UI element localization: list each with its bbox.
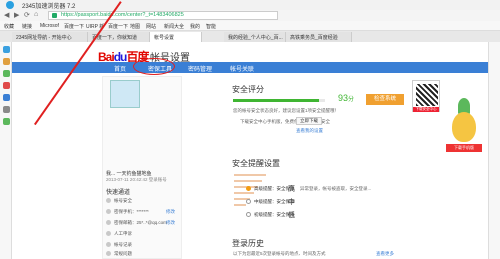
qr-image: [416, 84, 438, 106]
sidebar-app-icon[interactable]: [3, 106, 10, 113]
question-icon: [106, 251, 111, 256]
alert-pyramid-bar: [234, 204, 246, 206]
qr-code: 下载安全中心: [412, 80, 440, 112]
quick-item[interactable]: 密保手机：*******: [114, 209, 149, 215]
alert-pyramid-bar: [234, 192, 254, 194]
person-icon: [106, 231, 111, 236]
bookmark-item[interactable]: 收藏: [4, 23, 14, 30]
view-settings-link[interactable]: 查看我的设置: [296, 128, 323, 134]
address-bar: ◀ ▶ ⟳ ⌂ https://passport.baidu.com/cente…: [0, 10, 500, 21]
phone-icon: [106, 209, 111, 214]
lock-icon: [52, 13, 57, 18]
alert-level-high-radio[interactable]: [246, 186, 251, 191]
quick-item[interactable]: 密保邮箱：25*..*@qq.com: [114, 220, 167, 226]
alerts-title: 安全提醒设置: [232, 159, 280, 168]
home-icon[interactable]: ⌂: [34, 11, 38, 18]
sidebar-app-icon[interactable]: [3, 58, 10, 65]
alert-pyramid-bar: [234, 180, 262, 182]
alert-level-big: 低: [288, 212, 295, 219]
bookmark-item[interactable]: 网站: [146, 23, 156, 30]
avatar[interactable]: [110, 80, 140, 108]
security-hint: 您的帐号安全状态良好，建议您设置1项安全提醒哦！: [233, 108, 340, 113]
nav-password[interactable]: 密码管理: [188, 64, 212, 73]
bookmark-item[interactable]: Microsof: [40, 23, 59, 29]
shield-icon: [106, 198, 111, 203]
edit-phone-link[interactable]: 修改: [166, 209, 175, 215]
tab-strip: 2345网址导航 - 开始中心 百度一下，你就知道 帐号设置 我的经验_个人中心…: [0, 31, 500, 42]
mascot-image: 下载手机版: [446, 92, 482, 162]
alert-pyramid-bar: [234, 174, 266, 176]
bookmark-item[interactable]: 智能: [206, 23, 216, 30]
forward-icon[interactable]: ▶: [14, 11, 19, 19]
window-title: 2345加速浏览器 7.2: [22, 4, 76, 10]
url-input[interactable]: https://passport.baidu.com/center?_t=148…: [48, 11, 278, 20]
sidebar-app-icon[interactable]: [3, 70, 10, 77]
nav-home[interactable]: 首页: [114, 64, 126, 73]
nav-account-link[interactable]: 帐号关联: [230, 64, 254, 73]
sidebar-app-icon[interactable]: [3, 118, 10, 125]
mail-icon: [106, 220, 111, 225]
quick-item[interactable]: 帐号记录: [114, 242, 132, 248]
history-more-link[interactable]: 查看更多: [376, 251, 394, 257]
bookmark-item[interactable]: 新闻大全: [164, 23, 184, 30]
check-system-button[interactable]: 检查系统: [366, 94, 404, 105]
refresh-icon[interactable]: ⟳: [24, 11, 30, 19]
browser-sidebar: [0, 42, 12, 259]
quick-title: 快速通道: [106, 190, 131, 196]
joined-date: 2013-07-11 20:42:42 登录账号: [106, 177, 167, 182]
score-value: 93分: [338, 93, 355, 103]
record-icon: [106, 242, 111, 247]
quick-item[interactable]: 帐号安全: [114, 198, 132, 204]
sidebar-app-icon[interactable]: [3, 94, 10, 101]
quick-item[interactable]: 常规问题: [114, 251, 132, 257]
bookmark-item[interactable]: 百度一下: [64, 23, 84, 30]
bookmark-item[interactable]: 百度一下: [108, 23, 128, 30]
history-hint: 以下为您最近5次登录帐号的地点、时间及方式: [233, 251, 326, 256]
quick-item[interactable]: 人工申诉: [114, 231, 132, 237]
bookmark-item[interactable]: 我的: [190, 23, 200, 30]
bookmark-item[interactable]: 地图: [130, 23, 140, 30]
alert-level-desc: 异常登录，帐号被盗取，安全登录...: [300, 186, 372, 191]
bookmark-item[interactable]: 链接: [22, 23, 32, 30]
browser-logo-icon: [6, 1, 14, 9]
url-text: https://passport.baidu.com/center?_t=148…: [61, 12, 184, 18]
browser-tab[interactable]: 我的经验_个人中心_百...: [224, 32, 286, 42]
bookmarks-bar: 收藏 链接 Microsof 百度一下 UIRP 新 百度一下 地图 网站 新闻…: [0, 21, 500, 31]
score-bar: [233, 99, 325, 102]
username: 我... 一天钓鱼猫地鱼: [106, 171, 152, 177]
main-nav: 首页 密保工具 密码管理 帐号关联: [12, 62, 488, 73]
history-title: 登录历史: [232, 239, 264, 248]
alert-level-low-radio[interactable]: [246, 212, 251, 217]
annotation-circle: [133, 58, 175, 75]
sidebar-app-icon[interactable]: [3, 46, 10, 53]
download-button[interactable]: 立即下载: [296, 117, 322, 125]
security-title: 安全评分: [232, 85, 264, 94]
browser-right-rail: [488, 42, 500, 259]
browser-tab[interactable]: 2345网址导航 - 开始中心: [12, 32, 88, 42]
mascot-body: [452, 112, 476, 142]
qr-label: 下载安全中心: [413, 107, 439, 112]
browser-tab-active[interactable]: 帐号设置: [150, 32, 202, 42]
alert-level-big: 高: [288, 186, 295, 193]
browser-tab[interactable]: 高铁乘务员_百度经验: [286, 32, 352, 42]
sidebar-app-icon[interactable]: [3, 82, 10, 89]
alert-level-mid-radio[interactable]: [246, 199, 251, 204]
edit-email-link[interactable]: 修改: [166, 220, 175, 226]
mascot-tag[interactable]: 下载手机版: [446, 144, 482, 152]
alert-level-big: 中: [288, 199, 295, 206]
window-titlebar: 2345加速浏览器 7.2: [0, 0, 500, 10]
score-fill: [233, 99, 319, 102]
back-icon[interactable]: ◀: [4, 11, 9, 19]
